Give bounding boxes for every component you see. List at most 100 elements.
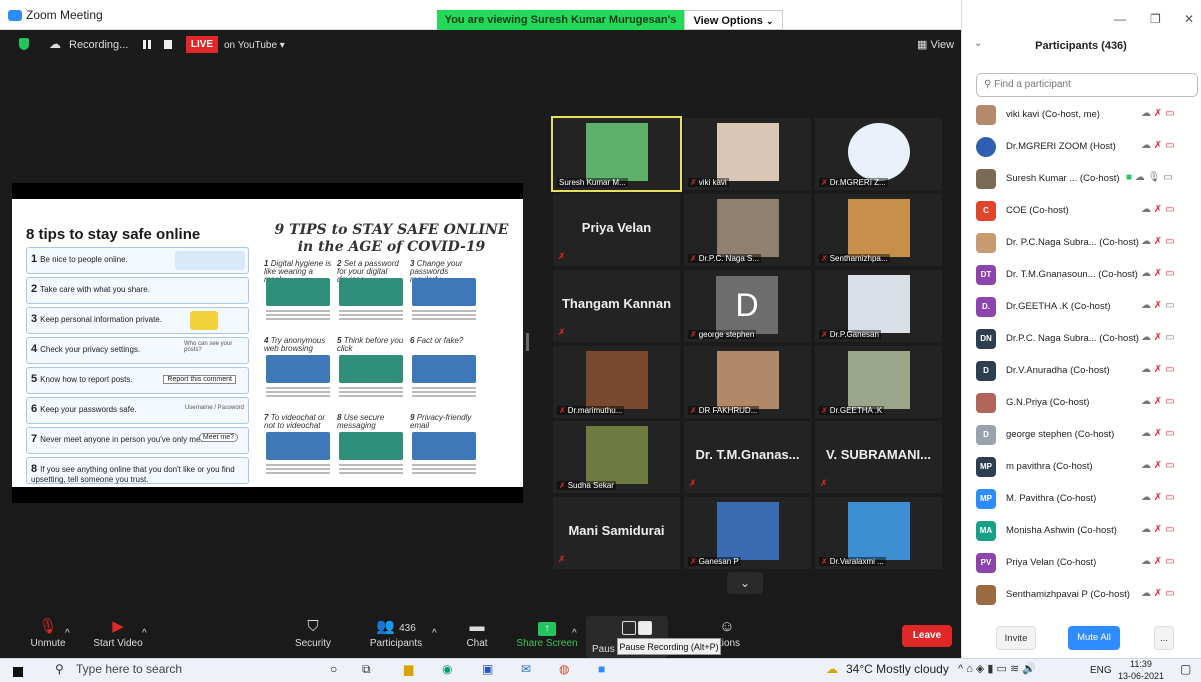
gallery-scroll-down-button[interactable]: ⌄ — [727, 572, 763, 594]
zoom-logo-icon — [8, 10, 22, 21]
video-off-icon: ▶ — [112, 618, 124, 635]
participant-row[interactable]: MA Monisha Ashwin (Co-host) ☁ ✗ ▭ — [961, 515, 1201, 547]
windows-start-icon[interactable] — [12, 666, 23, 677]
minimize-icon[interactable]: — — [1114, 12, 1126, 26]
stop-recording-icon[interactable] — [164, 40, 172, 49]
view-options-label: View Options — [693, 15, 763, 27]
participants-button[interactable]: 👥 436 Participants — [368, 614, 424, 658]
clock-time[interactable]: 11:39 — [1130, 659, 1152, 669]
video-tile[interactable]: ✗ Dr.P.Ganesan — [815, 270, 942, 342]
participant-row[interactable]: DT Dr. T.M.Gnanasoun... (Co-host) ☁ ✗ ▭ — [961, 259, 1201, 291]
video-tile[interactable]: ✗ Dr.P.C. Naga S... — [684, 194, 811, 266]
participant-row[interactable]: Senthamizhpavai P (Co-host) ☁ ✗ ▭ — [961, 579, 1201, 611]
tray-icons[interactable]: ^ ⌂ ◈ ▮ ▭ ≋ 🔊 — [958, 662, 1036, 675]
chat-button[interactable]: ▬ Chat — [462, 614, 492, 658]
participant-row[interactable]: MP m pavithra (Co-host) ☁ ✗ ▭ — [961, 451, 1201, 483]
participants-label: Participants — [369, 638, 423, 649]
avatar: MP — [976, 457, 996, 477]
mail-icon[interactable]: ✉ — [521, 662, 531, 676]
taskbar-search-input[interactable]: Type here to search — [76, 662, 182, 676]
start-video-label: Start Video — [93, 638, 143, 649]
share-screen-label: Share Screen — [516, 638, 578, 649]
clock-date[interactable]: 13-06-2021 — [1118, 671, 1164, 681]
video-tile[interactable]: Priya Velan ✗ — [553, 194, 680, 266]
start-video-button[interactable]: ▶ Start Video — [90, 614, 146, 658]
split-resize-handle[interactable] — [526, 333, 529, 351]
notification-icon[interactable]: ▢ — [1180, 662, 1191, 676]
participant-row[interactable]: viki kavi (Co-host, me) ☁ ✗ ▭ — [961, 99, 1201, 131]
tip-2: 2 Take care with what you share. — [26, 277, 249, 304]
view-options-button[interactable]: View Options ⌄ — [684, 10, 783, 30]
video-tile[interactable]: ✗ viki kavi — [684, 118, 811, 190]
tip-6: 6 Keep your passwords safe. Username / Pas… — [26, 397, 249, 424]
edge-icon[interactable]: ◉ — [442, 662, 452, 676]
weather-text[interactable]: 34°C Mostly cloudy — [846, 662, 949, 676]
video-tile[interactable]: Mani Samidurai ✗ — [553, 497, 680, 569]
app-icon[interactable]: ▣ — [482, 662, 493, 676]
video-tile[interactable]: ✗ Dr.marimuthu... — [553, 346, 680, 418]
invite-button[interactable]: Invite — [996, 626, 1036, 650]
more-options-button[interactable]: ... — [1154, 626, 1174, 650]
participant-row[interactable]: C COE (Co-host) ☁ ✗ ▭ — [961, 195, 1201, 227]
right-infographic: 9 TIPS to STAY SAFE ONLINE in the AGE of … — [264, 222, 519, 487]
participant-row[interactable]: Dgeorge stephen (Co-host) ☁ ✗ ▭ — [961, 419, 1201, 451]
video-tile[interactable]: ✗ Dr.Varalaxmi ... — [815, 497, 942, 569]
participant-row[interactable]: PV Priya Velan (Co-host) ☁ ✗ ▭ — [961, 547, 1201, 579]
participant-row[interactable]: Dr.MGRERI ZOOM (Host) ☁ ✗ ▭ — [961, 131, 1201, 163]
share-options-chevron[interactable]: ^ — [572, 628, 577, 639]
restore-icon[interactable]: ❐ — [1150, 12, 1161, 26]
video-tile[interactable]: Suresh Kumar M... — [551, 116, 682, 192]
live-destination-dropdown[interactable]: on YouTube ▾ — [224, 40, 285, 51]
video-tile[interactable]: ✗ Ganesan P — [684, 497, 811, 569]
participant-search-input[interactable]: ⚲ Find a participant — [976, 73, 1198, 97]
padlock-icon — [190, 311, 218, 330]
participant-row[interactable]: D Dr.V.Anuradha (Co-host) ☁ ✗ ▭ — [961, 355, 1201, 387]
video-tile[interactable]: Thangam Kannan ✗ — [553, 270, 680, 342]
shield-icon[interactable] — [19, 38, 29, 50]
video-tile[interactable]: ✗ Sudha Sekar — [553, 421, 680, 493]
participant-row[interactable]: G.N.Priya (Co-host) ☁ ✗ ▭ — [961, 387, 1201, 419]
participant-row[interactable]: MP M. Pavithra (Co-host) ☁ ✗ ▭ — [961, 483, 1201, 515]
stop-icon — [638, 621, 652, 635]
avatar: DN — [976, 329, 996, 349]
participants-options-chevron[interactable]: ^ — [432, 628, 437, 639]
participant-row[interactable]: D. Dr.GEETHA .K (Co-host) ☁ ✗ ▭ — [961, 291, 1201, 323]
pause-recording-tooltip: Pause Recording (Alt+P) — [617, 638, 721, 655]
audio-options-chevron[interactable]: ^ — [65, 628, 70, 639]
participant-row[interactable]: DN Dr.P.C. Naga Subra... (Co-host) ☁ ✗ ▭ — [961, 323, 1201, 355]
language-indicator[interactable]: ENG — [1090, 665, 1112, 676]
security-button[interactable]: ⛉ Security — [292, 614, 334, 658]
unmute-button[interactable]: 🎙 Unmute — [28, 614, 68, 658]
cortana-icon[interactable]: ○ — [330, 662, 337, 676]
participant-row[interactable]: Suresh Kumar ... (Co-host) ■ ☁ 🎙 ▭ — [961, 163, 1201, 195]
video-tile[interactable]: ✗ Dr.MGRERI Z... — [815, 118, 942, 190]
zoom-taskbar-icon[interactable]: ■ — [598, 662, 605, 676]
file-explorer-icon[interactable]: ▆ — [404, 662, 413, 676]
avatar — [976, 105, 996, 125]
view-button[interactable]: ▦ View — [917, 38, 954, 51]
share-screen-button[interactable]: ↑ Share Screen — [516, 614, 578, 658]
task-view-icon[interactable]: ⧉ — [362, 662, 371, 677]
mute-all-button[interactable]: Mute All — [1068, 626, 1120, 650]
right-tip: 6 Fact or fake? — [410, 337, 479, 410]
video-tile[interactable]: Dr. T.M.Gnanas... ✗ — [684, 421, 811, 493]
avatar — [976, 585, 996, 605]
video-tile[interactable]: V. SUBRAMANI... ✗ — [815, 421, 942, 493]
chrome-icon[interactable]: ◍ — [559, 662, 569, 676]
tip-3: 3 Keep personal information private. — [26, 307, 249, 334]
video-tile[interactable]: ✗ Senthamizhpa... — [815, 194, 942, 266]
avatar: MA — [976, 521, 996, 541]
participant-search-placeholder: Find a participant — [994, 79, 1071, 90]
search-icon: ⚲ — [55, 662, 64, 676]
video-tile[interactable]: D ✗ george stephen — [684, 270, 811, 342]
video-tile[interactable]: ✗ DR FAKHRUD... — [684, 346, 811, 418]
close-icon[interactable]: ✕ — [1184, 12, 1194, 26]
avatar — [976, 233, 996, 253]
participant-row[interactable]: Dr. P.C.Naga Subra... (Co-host) ☁ ✗ ▭ — [961, 227, 1201, 259]
pause-recording-icon[interactable] — [143, 40, 151, 49]
leave-button[interactable]: Leave — [902, 625, 952, 647]
video-options-chevron[interactable]: ^ — [142, 628, 147, 639]
window-title: Zoom Meeting — [26, 8, 103, 22]
right-tips-grid: 1 Digital hygiene is like wearing a mask… — [264, 260, 519, 487]
video-tile[interactable]: ✗ Dr.GEETHA .K — [815, 346, 942, 418]
